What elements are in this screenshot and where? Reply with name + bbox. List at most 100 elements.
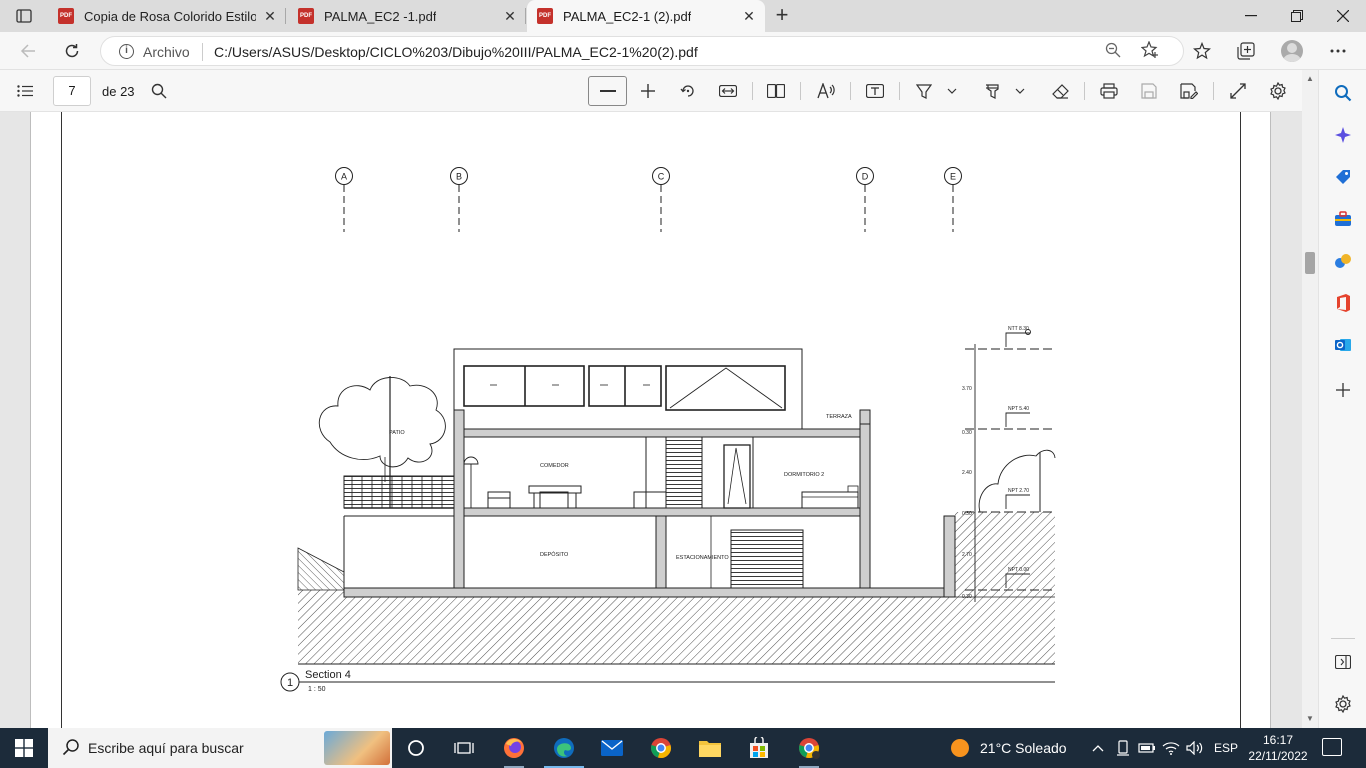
zoom-out-icon[interactable] [1105, 42, 1121, 62]
zoom-out-button[interactable] [588, 76, 627, 106]
page-number-input[interactable]: 7 [53, 76, 91, 106]
weather-text[interactable]: 21°C Soleado [980, 740, 1067, 756]
tab-actions-menu-icon[interactable] [8, 4, 40, 28]
more-menu-icon[interactable] [1324, 37, 1352, 65]
minimize-button[interactable] [1228, 0, 1274, 32]
table-of-contents-icon[interactable] [10, 77, 40, 105]
level-npt-000: NPT 0.00 [1008, 567, 1029, 573]
sidebar-shopping-tag-icon[interactable] [1331, 165, 1355, 189]
section-title: Section 4 [305, 669, 351, 681]
pdf-icon: PDF [58, 8, 74, 24]
mail-icon[interactable] [588, 728, 636, 768]
cortana-circle-icon[interactable] [392, 728, 440, 768]
collections-icon[interactable] [1232, 37, 1260, 65]
sidebar-settings-gear-icon[interactable] [1331, 692, 1355, 716]
vertical-scrollbar[interactable]: ▲ ▼ [1302, 70, 1318, 728]
sidebar-outlook-icon[interactable] [1331, 333, 1355, 357]
scroll-up-arrow-icon[interactable]: ▲ [1306, 74, 1314, 83]
tab-palma-ec2-1[interactable]: PDF PALMA_EC2 -1.pdf ✕ [288, 0, 526, 32]
toolbar-divider [1084, 82, 1085, 100]
back-arrow-icon[interactable] [14, 37, 42, 65]
store-icon[interactable] [735, 728, 783, 768]
page-view-icon[interactable] [761, 77, 791, 105]
zoom-in-icon[interactable] [633, 77, 663, 105]
sidebar-games-icon[interactable] [1331, 249, 1355, 273]
architectural-section-drawing: A B C D E NTT 8.30 NPT 5.40 NPT 2.70 NPT… [280, 167, 1056, 693]
clock[interactable]: 16:17 22/11/2022 [1246, 732, 1310, 764]
tray-device-icon[interactable] [1111, 728, 1135, 768]
close-tab-icon[interactable]: ✕ [262, 8, 278, 24]
tab-palma-ec2-1-2[interactable]: PDF PALMA_EC2-1 (2).pdf ✕ [527, 0, 765, 32]
tab-title: PALMA_EC2-1 (2).pdf [563, 8, 692, 24]
room-label-estacionamiento: ESTACIONAMIENTO [676, 555, 729, 561]
profile-avatar[interactable] [1281, 40, 1303, 62]
task-view-icon[interactable] [440, 728, 488, 768]
close-tab-icon[interactable]: ✕ [741, 8, 757, 24]
weather-sun-icon[interactable] [938, 728, 982, 768]
restore-button[interactable] [1274, 0, 1320, 32]
fullscreen-expand-icon[interactable] [1223, 77, 1253, 105]
draw-options-chevron-down-icon[interactable] [942, 77, 962, 105]
add-text-icon[interactable] [860, 77, 890, 105]
dim-030-a: 0.30 [962, 430, 972, 436]
print-icon[interactable] [1094, 77, 1124, 105]
windows-start-icon[interactable] [0, 728, 48, 768]
new-tab-button[interactable]: + [770, 4, 794, 28]
sidebar-discover-sparkle-icon[interactable] [1331, 123, 1355, 147]
draw-icon[interactable] [909, 77, 939, 105]
grid-label-e: E [950, 172, 956, 182]
battery-icon[interactable] [1135, 728, 1159, 768]
read-aloud-icon[interactable] [811, 77, 841, 105]
pdf-toolbar: 7 de 23 [0, 70, 1318, 112]
taskbar-search-input[interactable]: Escribe aquí para buscar [48, 728, 392, 768]
room-label-deposito: DEPÓSITO [540, 551, 569, 558]
highlight-options-chevron-down-icon[interactable] [1010, 77, 1030, 105]
sidebar-add-icon[interactable] [1331, 378, 1355, 402]
pdf-icon: PDF [537, 8, 553, 24]
settings-gear-icon[interactable] [1263, 77, 1293, 105]
save-icon[interactable] [1134, 77, 1164, 105]
fit-width-icon[interactable] [713, 77, 743, 105]
volume-icon[interactable] [1183, 728, 1207, 768]
favorites-icon[interactable] [1188, 37, 1216, 65]
tray-chevron-up-icon[interactable] [1086, 728, 1110, 768]
chrome-icon[interactable] [637, 728, 685, 768]
grid-label-d: D [862, 172, 869, 182]
pdf-document-viewport[interactable]: A B C D E NTT 8.30 NPT 5.40 NPT 2.70 NPT… [0, 112, 1302, 728]
close-window-button[interactable] [1320, 0, 1366, 32]
highlight-icon[interactable] [977, 77, 1007, 105]
file-explorer-folder-icon[interactable] [686, 728, 734, 768]
search-highlight-fox-image[interactable] [324, 731, 390, 765]
sidebar-collapse-icon[interactable] [1331, 650, 1355, 674]
dim-030-c: 0.30 [962, 594, 972, 600]
clock-date: 22/11/2022 [1248, 749, 1308, 763]
section-number: 1 [287, 677, 293, 689]
add-favorite-icon[interactable] [1140, 40, 1159, 64]
eraser-icon[interactable] [1045, 77, 1075, 105]
scroll-down-arrow-icon[interactable]: ▼ [1306, 714, 1314, 723]
scrollbar-thumb[interactable] [1305, 252, 1315, 274]
sidebar-tools-briefcase-icon[interactable] [1331, 207, 1355, 231]
sidebar-search-icon[interactable] [1331, 81, 1355, 105]
search-icon[interactable] [144, 77, 174, 105]
room-label-patio: PATIO [389, 430, 405, 436]
level-npt-270: NPT 2.70 [1008, 488, 1029, 494]
close-tab-icon[interactable]: ✕ [502, 8, 518, 24]
rotate-icon[interactable] [673, 77, 703, 105]
edge-icon[interactable] [540, 728, 588, 768]
address-input[interactable]: i Archivo C:/Users/ASUS/Desktop/CICLO%20… [100, 36, 1184, 66]
input-language[interactable]: ESP [1214, 741, 1238, 755]
firefox-icon[interactable] [490, 728, 538, 768]
notification-center-icon[interactable] [1322, 738, 1342, 756]
room-label-terraza: TERRAZA [826, 414, 852, 420]
room-label-comedor: COMEDOR [540, 463, 569, 469]
refresh-icon[interactable] [58, 37, 86, 65]
info-icon[interactable]: i [119, 44, 134, 59]
save-as-icon[interactable] [1174, 77, 1204, 105]
tab-rosa-colorido[interactable]: PDF Copia de Rosa Colorido Estilo Se ✕ [48, 0, 286, 32]
toolbar-divider [752, 82, 753, 100]
sidebar-office-icon[interactable] [1331, 291, 1355, 315]
chrome-secondary-icon[interactable] [785, 728, 833, 768]
tab-title: Copia de Rosa Colorido Estilo Se [84, 8, 256, 24]
wifi-icon[interactable] [1159, 728, 1183, 768]
